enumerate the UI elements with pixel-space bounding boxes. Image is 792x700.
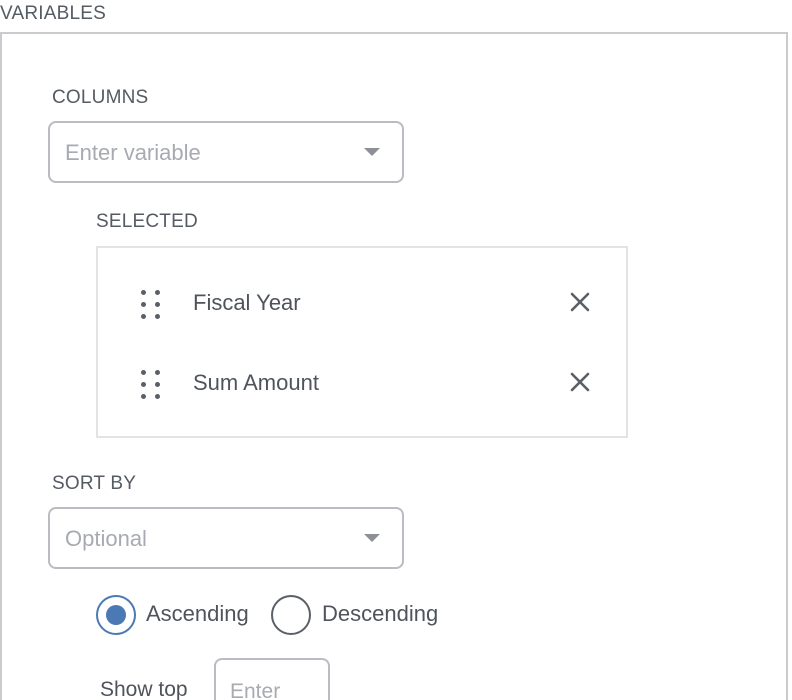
chevron-down-icon[interactable] — [364, 534, 380, 542]
sort-by-dropdown[interactable]: Optional — [48, 507, 404, 569]
ascending-label[interactable]: Ascending — [146, 601, 249, 627]
selected-list: Fiscal Year Sum Amount — [96, 246, 628, 438]
show-top-input[interactable]: Enter — [214, 658, 330, 700]
selected-label: SELECTED — [96, 211, 198, 232]
descending-radio[interactable] — [271, 595, 311, 635]
chevron-down-icon[interactable] — [364, 148, 380, 156]
columns-dropdown[interactable]: Enter variable — [48, 121, 404, 183]
close-icon[interactable] — [568, 370, 592, 394]
selected-item: Sum Amount — [98, 366, 626, 406]
drag-handle-icon[interactable] — [138, 368, 164, 402]
sort-by-label: SORT BY — [52, 473, 137, 494]
descending-label[interactable]: Descending — [322, 601, 438, 627]
selected-item: Fiscal Year — [98, 286, 626, 326]
variables-page: VARIABLES COLUMNS Enter variable SELECTE… — [0, 0, 792, 700]
drag-handle-icon[interactable] — [138, 288, 164, 322]
close-icon[interactable] — [568, 290, 592, 314]
columns-label: COLUMNS — [52, 87, 149, 108]
selected-item-label: Fiscal Year — [193, 290, 301, 315]
selected-item-label: Sum Amount — [193, 370, 319, 395]
show-top-placeholder: Enter — [230, 680, 281, 700]
show-top-label: Show top — [100, 678, 188, 700]
sort-by-placeholder: Optional — [65, 526, 147, 551]
ascending-radio[interactable] — [96, 595, 136, 635]
section-title: VARIABLES — [0, 3, 106, 24]
columns-placeholder: Enter variable — [65, 140, 201, 165]
